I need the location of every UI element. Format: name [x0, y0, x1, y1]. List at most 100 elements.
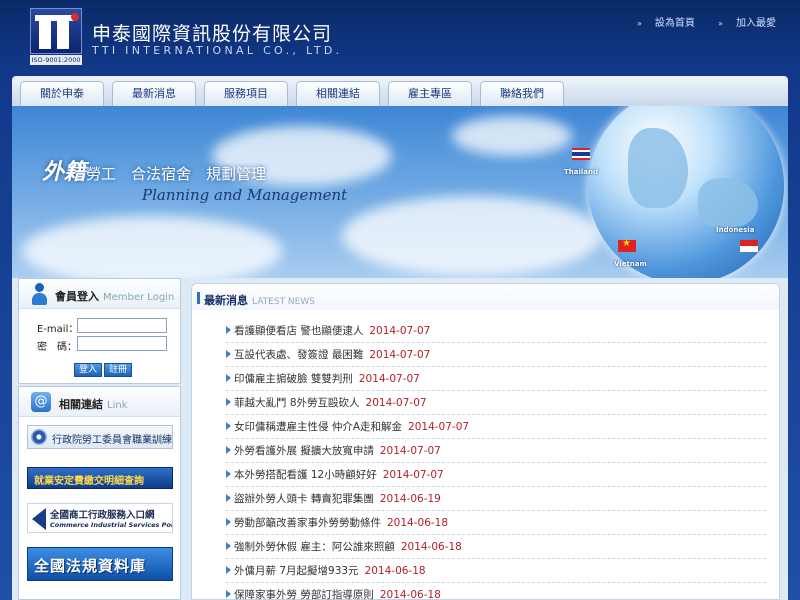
banner-slogan: 外籍勞工 合法宿舍 規劃管理 — [42, 154, 266, 186]
country-label: Indonesia — [716, 226, 755, 234]
news-title: 最新消息 LATEST NEWS — [204, 292, 315, 308]
news-item-title: 保障家事外勞 勞部訂指導原則 2014-06-18 — [234, 589, 441, 600]
news-item-date: 2014-07-07 — [408, 421, 470, 433]
news-item-date: 2014-06-19 — [379, 493, 441, 505]
password-label: 密 碼： — [37, 342, 77, 353]
logo-letter — [53, 15, 73, 49]
main-nav: 關於申泰 最新消息 服務項目 相關連結 雇主專區 聯絡我們 — [12, 76, 788, 106]
section-marker — [197, 292, 200, 304]
email-label: E-mail： — [37, 324, 79, 335]
nav-services[interactable]: 服務項目 — [204, 81, 288, 106]
link-commerce-portal-banner[interactable]: 全國商工行政服務入口網 Commerce Industrial Services… — [27, 503, 173, 533]
bullet-icon — [226, 374, 231, 382]
slogan-text: 勞工 合法宿舍 規劃管理 — [86, 165, 267, 183]
news-item[interactable]: 印傭雇主掮破臉 雙雙判刑 2014-07-07 — [226, 367, 766, 391]
related-links-panel: @ 相關連結 Link 行政院勞工委員會職業訓練局 就業安定費繳交明細查詢 全國商… — [18, 386, 181, 600]
news-item-title: 本外勞搭配看護 12小時顧好好 2014-07-07 — [234, 469, 444, 481]
cloud — [22, 216, 282, 278]
arrow-icon: » — [718, 19, 723, 28]
news-item[interactable]: 女印傭稱遭雇主性侵 仲介A走和解金 2014-07-07 — [226, 415, 766, 439]
news-item[interactable]: 外勞看護外展 擬擴大放寬申請 2014-07-07 — [226, 439, 766, 463]
company-name-en: TTI INTERNATIONAL CO., LTD. — [92, 44, 343, 57]
link-label: 全國法規資料庫 — [34, 557, 147, 575]
bullet-icon — [226, 542, 231, 550]
news-item-title: 看護顯便看店 警也顯便逮人 2014-07-07 — [234, 325, 431, 337]
link-label: 行政院勞工委員會職業訓練局 — [52, 435, 173, 446]
news-item-date: 2014-07-07 — [369, 325, 431, 337]
government-emblem-icon — [31, 429, 47, 445]
news-item-title: 互設代表處、發簽證 最困難 2014-07-07 — [234, 349, 431, 361]
member-login-panel: 會員登入 Member Login E-mail： 密 碼： 登入 註冊 — [18, 278, 181, 384]
news-item[interactable]: 本外勞搭配看護 12小時顧好好 2014-07-07 — [226, 463, 766, 487]
news-item-date: 2014-06-18 — [364, 565, 426, 577]
news-item-date: 2014-07-07 — [365, 397, 427, 409]
cloud — [342, 196, 602, 276]
email-field[interactable] — [77, 318, 167, 333]
news-header: 最新消息 LATEST NEWS — [192, 284, 779, 310]
bullet-icon — [226, 590, 231, 598]
cloud — [452, 116, 572, 156]
link-label: 全國商工行政服務入口網 — [50, 510, 155, 521]
news-item-title: 菲越大亂鬥 8外勞互毆砍人 2014-07-07 — [234, 397, 427, 409]
company-logo[interactable]: ISO-9001:2000 — [30, 8, 82, 65]
news-item[interactable]: 強制外勞休假 雇主：阿公誰來照顧 2014-06-18 — [226, 535, 766, 559]
news-item[interactable]: 外傭月薪 7月起擬增933元 2014-06-18 — [226, 559, 766, 583]
news-title-en: LATEST NEWS — [252, 297, 315, 307]
login-title-en: Member Login — [103, 292, 175, 303]
news-item[interactable]: 盜辦外勞人頭卡 轉賣犯罪集團 2014-06-19 — [226, 487, 766, 511]
slogan-highlight: 外籍 — [42, 160, 87, 185]
landmass — [698, 178, 758, 228]
password-field[interactable] — [77, 336, 167, 351]
news-item[interactable]: 互設代表處、發簽證 最困難 2014-07-07 — [226, 343, 766, 367]
news-item[interactable]: 勞動部籲改善家事外勞勞動條件 2014-06-18 — [226, 511, 766, 535]
nav-news[interactable]: 最新消息 — [112, 81, 196, 106]
arrow-icon: » — [637, 19, 642, 28]
news-item-date: 2014-07-07 — [379, 445, 441, 457]
news-item[interactable]: 保障家事外勞 勞部訂指導原則 2014-06-18 — [226, 583, 766, 600]
links-title-text: 相關連結 — [59, 398, 103, 411]
add-favorite-link[interactable]: » 加入最愛 — [708, 18, 776, 29]
bullet-icon — [226, 446, 231, 454]
link-label: 就業安定費繳交明細查詢 — [34, 476, 144, 487]
site-header: ISO-9001:2000 申泰國際資訊股份有限公司 TTI INTERNATI… — [0, 0, 800, 76]
news-item-date: 2014-06-18 — [379, 589, 441, 600]
company-name-cn: 申泰國際資訊股份有限公司 — [92, 23, 333, 45]
link-employment-fee-banner[interactable]: 就業安定費繳交明細查詢 — [27, 467, 173, 489]
register-button[interactable]: 註冊 — [104, 363, 132, 377]
thailand-flag-icon — [572, 148, 590, 160]
link-evta-banner[interactable]: 行政院勞工委員會職業訓練局 — [27, 425, 173, 449]
top-links: » 設為首頁 » 加入最愛 — [617, 14, 776, 29]
bullet-icon — [226, 326, 231, 334]
news-item-title: 外勞看護外展 擬擴大放寬申請 2014-07-07 — [234, 445, 441, 457]
globe-image — [588, 106, 784, 278]
at-sign-icon: @ — [31, 392, 51, 412]
nav-about[interactable]: 關於申泰 — [20, 81, 104, 106]
nav-employer[interactable]: 雇主專區 — [388, 81, 472, 106]
logo-dot — [71, 13, 79, 21]
link-law-database-banner[interactable]: 全國法規資料庫 — [27, 547, 173, 581]
landmass — [628, 128, 688, 208]
login-header: 會員登入 Member Login — [19, 279, 180, 309]
set-home-link[interactable]: » 設為首頁 — [627, 18, 695, 29]
nav-contact[interactable]: 聯絡我們 — [480, 81, 564, 106]
nav-links[interactable]: 相關連結 — [296, 81, 380, 106]
arrow-logo-icon — [32, 508, 46, 530]
add-favorite-label: 加入最愛 — [736, 18, 776, 29]
news-item-title: 印傭雇主掮破臉 雙雙判刑 2014-07-07 — [234, 373, 420, 385]
vietnam-flag-icon — [618, 238, 636, 252]
login-button[interactable]: 登入 — [74, 363, 102, 377]
news-item[interactable]: 看護顯便看店 警也顯便逮人 2014-07-07 — [226, 319, 766, 343]
banner-slogan-en: Planning and Management — [142, 186, 348, 204]
news-item-date: 2014-06-18 — [400, 541, 462, 553]
news-item[interactable]: 菲越大亂鬥 8外勞互毆砍人 2014-07-07 — [226, 391, 766, 415]
logo-letter — [35, 15, 55, 49]
bullet-icon — [226, 470, 231, 478]
link-label-en: Commerce Industrial Services Portal — [50, 521, 173, 529]
country-label: Vietnam — [614, 260, 647, 268]
news-item-title: 勞動部籲改善家事外勞勞動條件 2014-06-18 — [234, 517, 449, 529]
hero-banner: 外籍勞工 合法宿舍 規劃管理 Planning and Management T… — [12, 106, 788, 278]
news-item-title: 盜辦外勞人頭卡 轉賣犯罪集團 2014-06-19 — [234, 493, 441, 505]
logo-emblem — [30, 8, 82, 54]
news-item-title: 強制外勞休假 雇主：阿公誰來照顧 2014-06-18 — [234, 541, 462, 553]
latest-news-panel: 最新消息 LATEST NEWS 看護顯便看店 警也顯便逮人 2014-07-07 互… — [191, 283, 780, 600]
